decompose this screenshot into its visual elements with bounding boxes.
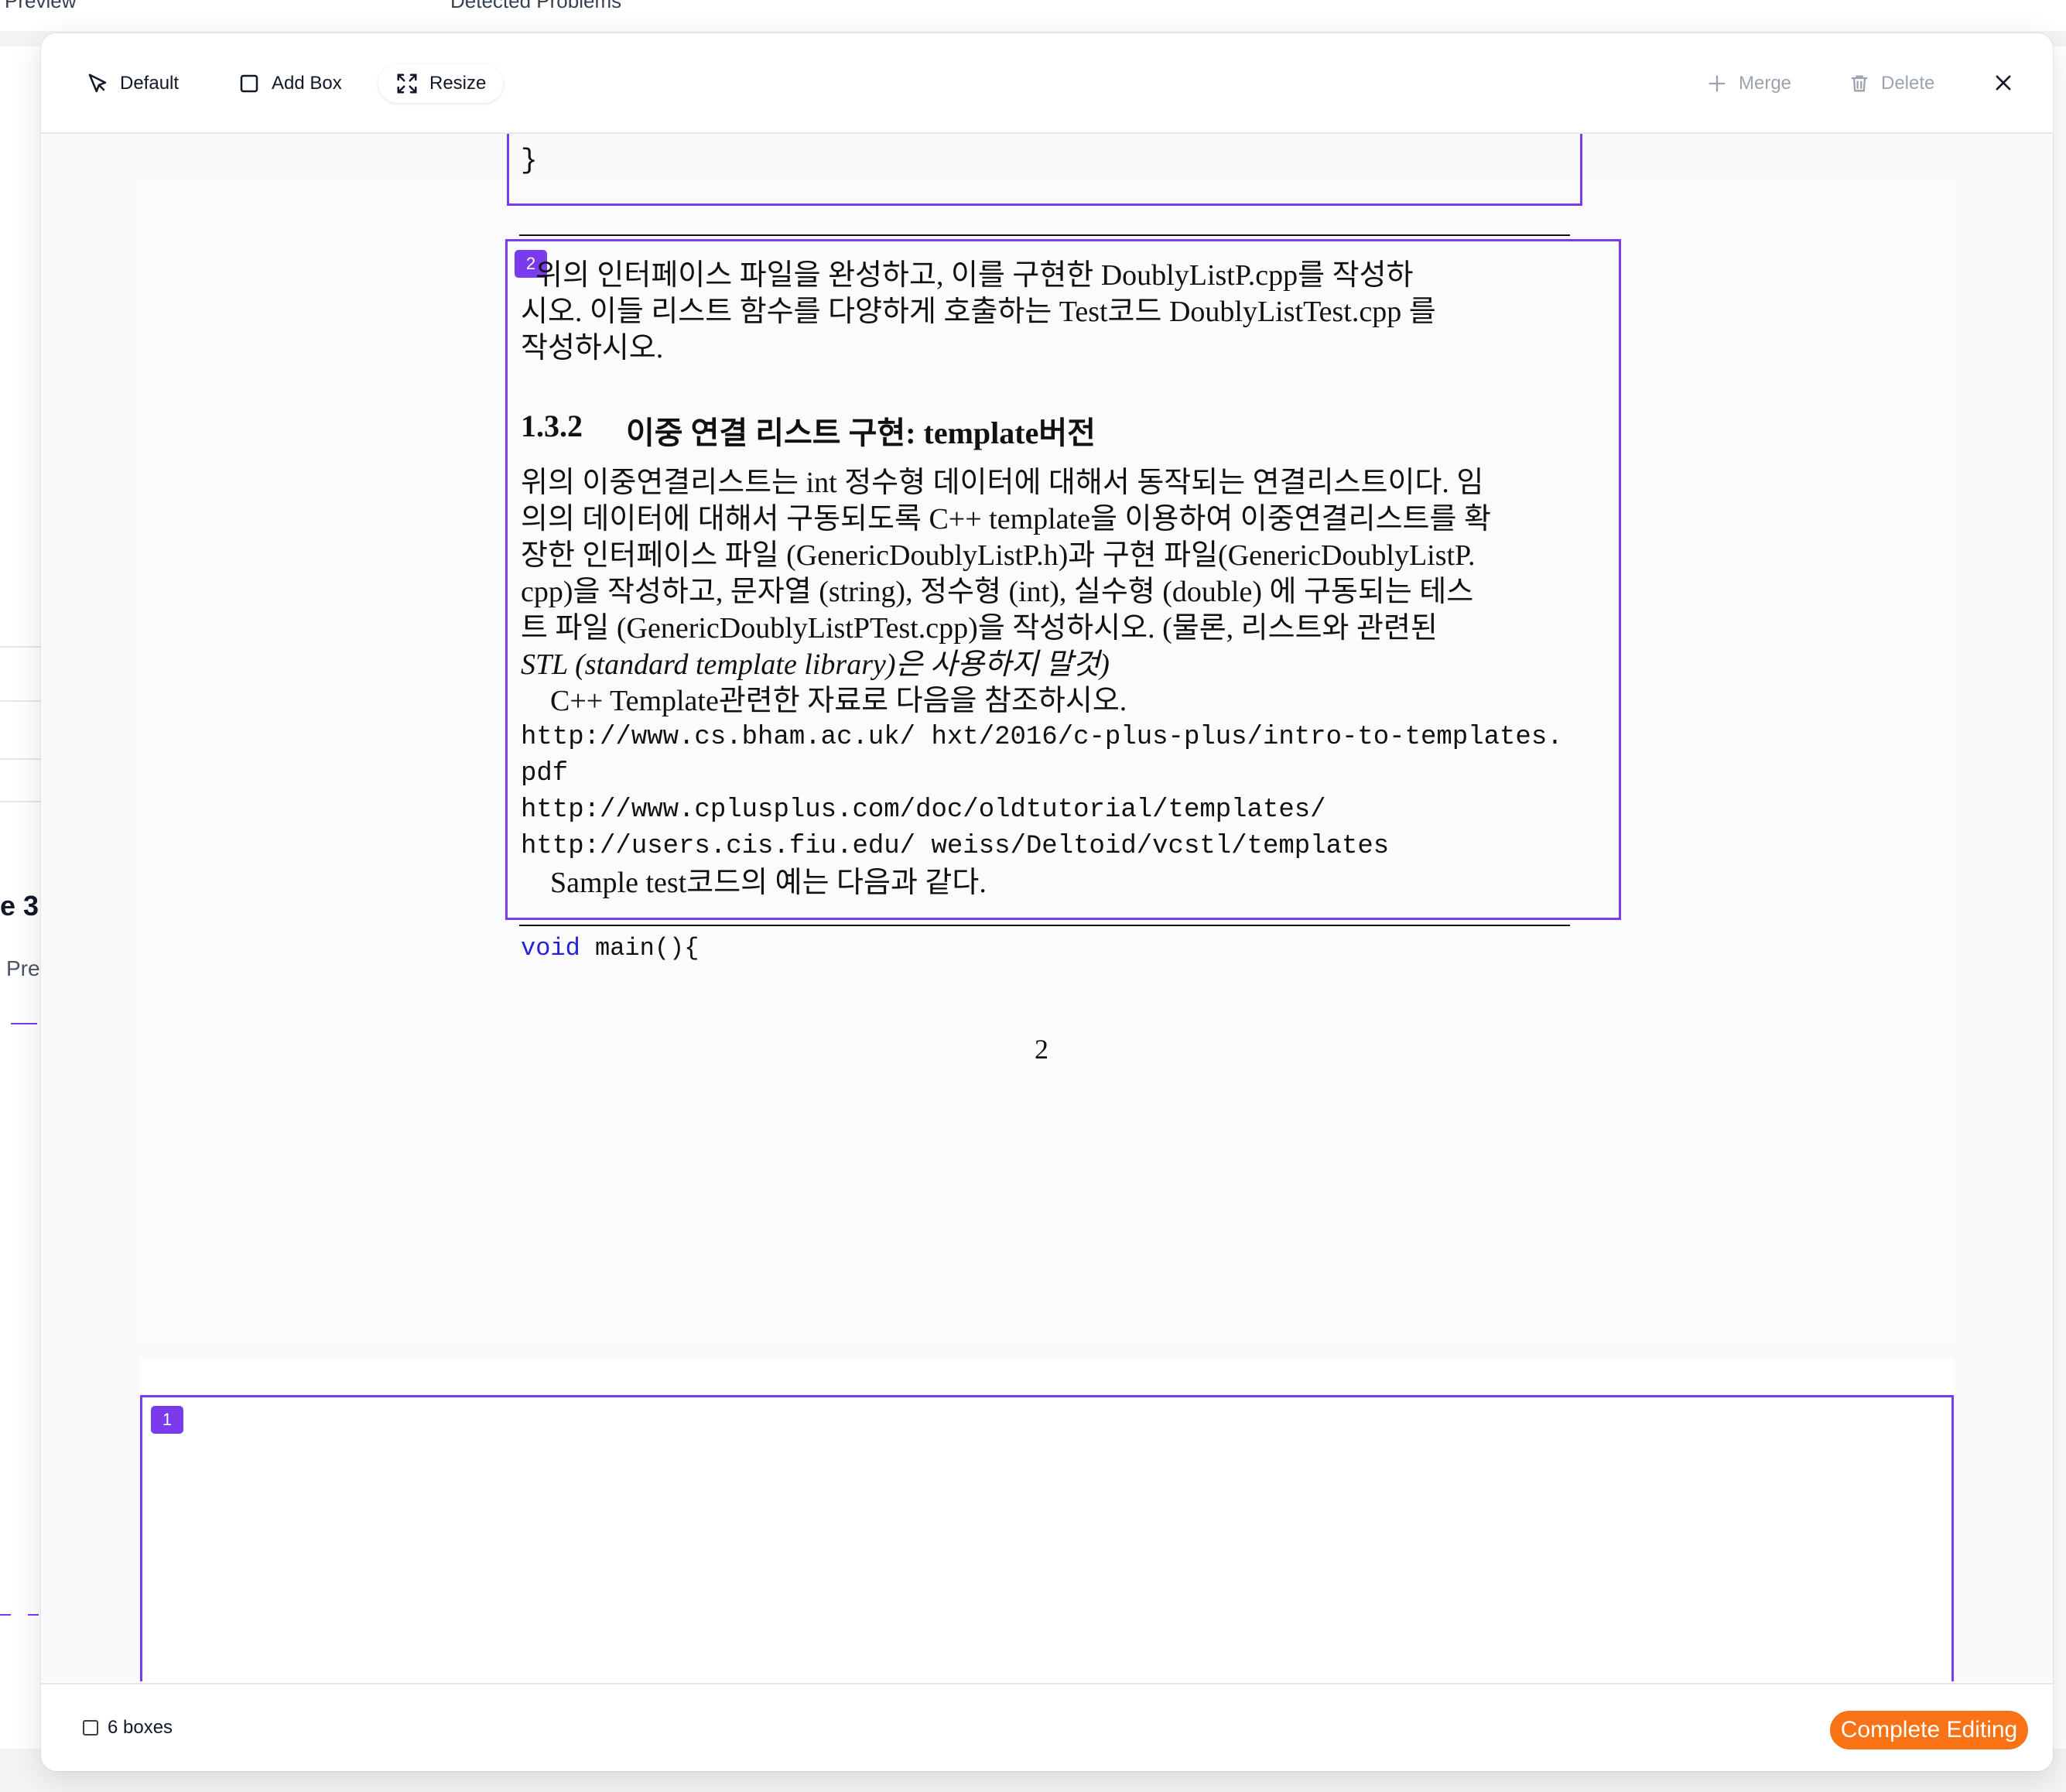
- background-section-title: e 3: [0, 890, 39, 922]
- body-line: 장한 인터페이스 파일 (GenericDoublyListP.h)과 구현 파…: [521, 539, 1476, 572]
- editor-footer: 6 boxes Complete Editing: [41, 1683, 2053, 1771]
- box-count-square-icon: [83, 1720, 98, 1736]
- url-line[interactable]: pdf: [521, 756, 568, 792]
- page-number: 2: [1035, 1034, 1048, 1065]
- plus-icon: [1706, 73, 1728, 94]
- complete-editing-button[interactable]: Complete Editing: [1830, 1711, 2028, 1749]
- code-keyword: void: [521, 934, 580, 963]
- url-line[interactable]: http://www.cplusplus.com/doc/oldtutorial…: [521, 792, 1326, 829]
- square-icon: [238, 72, 261, 95]
- delete-button[interactable]: Delete: [1832, 64, 1951, 103]
- rule-top: [519, 234, 1570, 236]
- background-tab-preview: Preview: [5, 0, 77, 12]
- url-line[interactable]: http://www.cs.bham.ac.uk/ hxt/2016/c-plu…: [521, 720, 1563, 756]
- box-count: 6 boxes: [83, 1717, 173, 1739]
- merge-button[interactable]: Merge: [1689, 64, 1808, 103]
- editor-toolbar: Default Add Box Resize Merge Delete: [41, 33, 2053, 134]
- paragraph-line: 위의 인터페이스 파일을 완성하고, 이를 구현한 DoublyListP.cp…: [521, 259, 1414, 292]
- resize-tool-label: Resize: [429, 73, 487, 94]
- background-indicator: [0, 1614, 11, 1616]
- body-line: Sample test코드의 예는 다음과 같다.: [521, 867, 987, 899]
- paragraph-line: 작성하시오.: [521, 332, 664, 364]
- body-line: cpp)을 작성하고, 문자열 (string), 정수형 (int), 실수형…: [521, 576, 1474, 608]
- trash-icon: [1849, 73, 1870, 94]
- body-line: 의의 데이터에 대해서 구동되도록 C++ template을 이용하여 이중연…: [521, 503, 1491, 535]
- paragraph-line: 시오. 이들 리스트 함수를 다양하게 호출하는 Test코드 DoublyLi…: [521, 296, 1436, 328]
- close-button[interactable]: [1988, 69, 2019, 100]
- background-right-panel: [2051, 46, 2066, 1749]
- close-icon: [1992, 72, 2014, 97]
- region-box-top[interactable]: [507, 134, 1582, 206]
- body-line: C++ Template관련한 자료로 다음을 참조하시오.: [521, 685, 1127, 717]
- url-line[interactable]: http://users.cis.fiu.edu/ weiss/Deltoid/…: [521, 829, 1389, 865]
- default-tool-button[interactable]: Default: [69, 64, 196, 103]
- box-count-label: 6 boxes: [108, 1717, 173, 1738]
- code-main: void main(){: [521, 934, 699, 963]
- add-box-label: Add Box: [272, 73, 342, 94]
- code-main-text: main(){: [580, 934, 699, 963]
- background-indicator: [28, 1614, 39, 1616]
- body-line: 위의 이중연결리스트는 int 정수형 데이터에 대해서 동작되는 연결리스트이…: [521, 467, 1484, 499]
- background-section-sub: Pre: [6, 956, 40, 980]
- body-line: 트 파일 (GenericDoublyListPTest.cpp)을 작성하시오…: [521, 612, 1438, 645]
- add-box-button[interactable]: Add Box: [221, 64, 359, 103]
- background-header: Preview Detected Problems: [0, 0, 2066, 31]
- code-close-brace: }: [521, 145, 538, 176]
- region-box-1[interactable]: [140, 1395, 1954, 1681]
- resize-tool-button[interactable]: Resize: [378, 64, 504, 103]
- section-heading: 이중 연결 리스트 구현: template버전: [626, 416, 1096, 450]
- background-indicator: [11, 1023, 37, 1024]
- box-1-badge: 1: [151, 1406, 183, 1434]
- default-tool-label: Default: [120, 73, 180, 94]
- rule-bottom: [519, 925, 1570, 926]
- expand-icon: [395, 72, 419, 95]
- cursor-arrow-icon: [86, 72, 109, 95]
- delete-label: Delete: [1881, 73, 1935, 94]
- document-canvas[interactable]: } 2 위의 인터페이스 파일을 완성하고, 이를 구현한 DoublyList…: [41, 134, 2053, 1681]
- body-line: STL (standard template library)은 사용하지 말것…: [521, 648, 1110, 681]
- section-number: 1.3.2: [521, 409, 583, 443]
- background-tab-problems: Detected Problems: [450, 0, 622, 12]
- merge-label: Merge: [1739, 73, 1792, 94]
- box-editor-modal: Default Add Box Resize Merge Delete} 2 …: [41, 33, 2053, 1771]
